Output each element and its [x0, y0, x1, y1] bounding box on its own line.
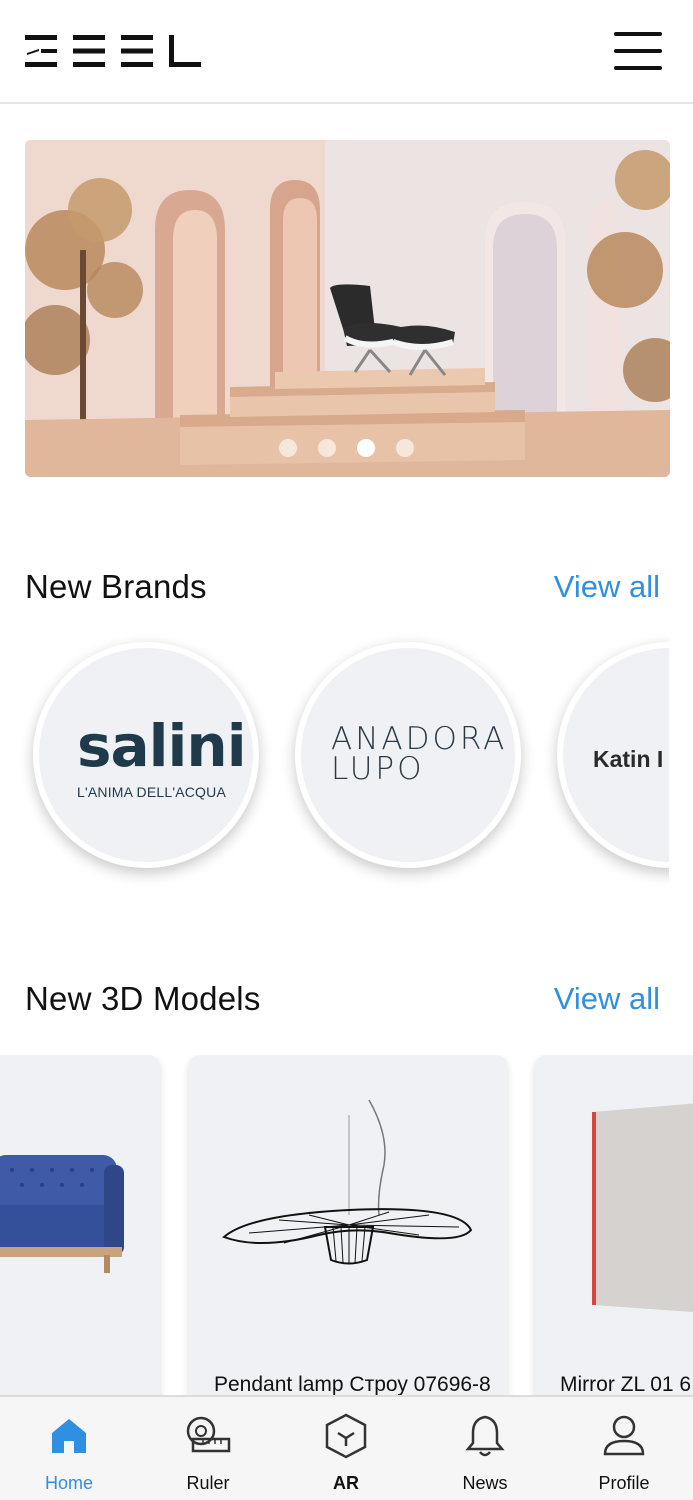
nav-news-label: News [462, 1473, 508, 1493]
app-root: New Brands View all salini L'ANIMA DELL'… [0, 0, 693, 1500]
brand-logo-line1: ANADORA [331, 721, 508, 757]
brand-logo-line2: LUPO [331, 751, 425, 787]
models-carousel[interactable]: Pendant lamp Строу 07696-8 Mirror ZL 01 … [0, 1055, 693, 1395]
model-name: Mirror ZL 01 6 [560, 1373, 692, 1395]
ar-cube-icon [325, 1413, 367, 1459]
zeel-logo[interactable] [25, 35, 201, 67]
carousel-dot-active[interactable] [357, 439, 375, 457]
model-card-pendant-lamp[interactable]: Pendant lamp Строу 07696-8 [189, 1055, 507, 1395]
nav-ruler-label: Ruler [186, 1473, 230, 1493]
new-3d-models-heading: New 3D Models [25, 980, 261, 1017]
nav-ar[interactable]: AR [277, 1397, 415, 1500]
brand-logo-text: salini [77, 712, 247, 780]
home-icon [52, 1419, 86, 1453]
model-name: Pendant lamp Строу 07696-8 [214, 1373, 491, 1395]
model-card-mirror[interactable]: Mirror ZL 01 6 [535, 1055, 693, 1395]
banner-image [25, 140, 670, 477]
brands-carousel[interactable]: salini L'ANIMA DELL'ACQUA ANADORA LUPO K… [0, 630, 669, 890]
models-view-all-link[interactable]: View all [554, 981, 660, 1017]
model-card-sofa[interactable] [0, 1055, 160, 1395]
brand-logo-text: Katin I [593, 746, 664, 772]
nav-ruler[interactable]: Ruler [139, 1397, 277, 1500]
carousel-dot[interactable] [279, 439, 297, 457]
bottom-navigation: Home Ruler AR News Profile [0, 1395, 693, 1500]
carousel-dot[interactable] [318, 439, 336, 457]
nav-profile-label: Profile [598, 1473, 650, 1493]
brand-card-katin[interactable]: Katin I [557, 642, 669, 868]
profile-icon [603, 1415, 645, 1456]
carousel-dot[interactable] [396, 439, 414, 457]
sofa-image [0, 1155, 124, 1273]
mirror-image [592, 1103, 693, 1313]
nav-home-label: Home [44, 1473, 93, 1493]
brand-logo-text: ANADORA LUPO [331, 721, 508, 787]
bell-icon [465, 1415, 505, 1457]
hamburger-menu-icon[interactable] [612, 30, 664, 72]
brand-card-salini[interactable]: salini L'ANIMA DELL'ACQUA [33, 642, 259, 868]
nav-home[interactable]: Home [0, 1397, 138, 1500]
nav-news[interactable]: News [416, 1397, 554, 1500]
brand-card-anadora-lupo[interactable]: ANADORA LUPO [295, 642, 521, 868]
promo-banner-carousel[interactable] [25, 140, 670, 477]
nav-profile[interactable]: Profile [555, 1397, 693, 1500]
brands-view-all-link[interactable]: View all [554, 569, 660, 605]
ruler-tape-icon [186, 1416, 231, 1453]
carousel-dots [279, 439, 414, 457]
pendant-lamp-image [222, 1099, 473, 1265]
brand-tagline: L'ANIMA DELL'ACQUA [77, 784, 226, 800]
new-brands-heading: New Brands [25, 568, 207, 605]
nav-ar-label: AR [333, 1473, 359, 1493]
app-header [0, 0, 693, 104]
